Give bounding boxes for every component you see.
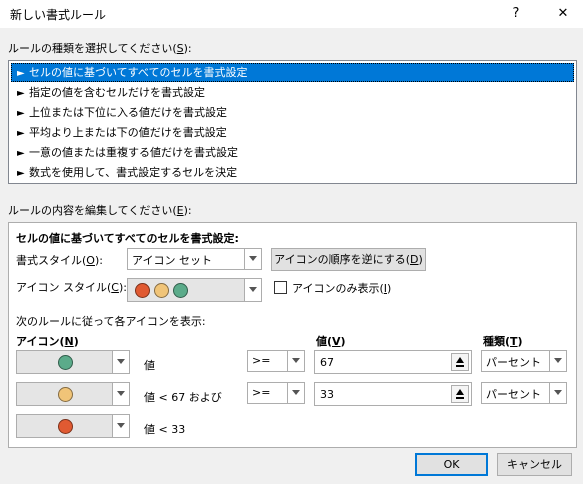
chevron-down-icon bbox=[112, 415, 129, 437]
icon-style-select[interactable] bbox=[127, 278, 262, 302]
rule-2-condition: 値 < 67 および bbox=[144, 391, 222, 404]
rule-1-icon-select[interactable] bbox=[16, 350, 130, 374]
rule-1-value-input[interactable]: 67 bbox=[314, 350, 472, 374]
window-title: 新しい書式ルール bbox=[10, 8, 107, 22]
chevron-down-icon bbox=[112, 351, 129, 373]
rule-type-item-cell-values[interactable]: ► セルの値に基づいてすべてのセルを書式設定 bbox=[11, 63, 574, 82]
item-arrow-icon: ► bbox=[17, 148, 25, 159]
rule-type-list[interactable]: ► セルの値に基づいてすべてのセルを書式設定 ► 指定の値を含むセルだけを書式設定 … bbox=[8, 60, 577, 184]
red-circle-icon bbox=[135, 283, 150, 298]
rule-type-item-unique-duplicate[interactable]: ► 一意の値または重複する値だけを書式設定 bbox=[11, 143, 574, 162]
rule-type-label: ルールの種類を選択してください(S): bbox=[8, 42, 192, 55]
red-circle-icon bbox=[58, 419, 73, 434]
help-button[interactable]: ? bbox=[496, 0, 536, 28]
rule-type-item-average[interactable]: ► 平均より上または下の値だけを書式設定 bbox=[11, 123, 574, 142]
type-column-header: 種類(T) bbox=[483, 335, 523, 348]
rule-2-operator-select[interactable]: >= bbox=[247, 382, 305, 404]
close-button[interactable]: ✕ bbox=[543, 0, 583, 28]
yellow-circle-icon bbox=[58, 387, 73, 402]
rule-type-item-formula[interactable]: ► 数式を使用して、書式設定するセルを決定 bbox=[11, 163, 574, 182]
cancel-button[interactable]: キャンセル bbox=[497, 453, 572, 476]
green-circle-icon bbox=[58, 355, 73, 370]
chevron-down-icon bbox=[549, 351, 566, 371]
rule-1-type-select[interactable]: パーセント bbox=[481, 350, 567, 372]
value-column-header: 値(V) bbox=[316, 335, 346, 348]
cell-reference-icon[interactable] bbox=[451, 353, 469, 371]
chevron-down-icon bbox=[112, 383, 129, 405]
icon-style-label: アイコン スタイル(C): bbox=[16, 281, 127, 294]
rule-3-condition: 値 < 33 bbox=[144, 423, 186, 436]
chevron-down-icon bbox=[244, 279, 261, 301]
item-arrow-icon: ► bbox=[17, 128, 25, 139]
chevron-down-icon bbox=[287, 383, 304, 403]
rule-2-icon-select[interactable] bbox=[16, 382, 130, 406]
cell-reference-icon[interactable] bbox=[451, 385, 469, 403]
chevron-down-icon bbox=[287, 351, 304, 371]
green-circle-icon bbox=[173, 283, 188, 298]
format-style-select[interactable]: アイコン セット bbox=[127, 248, 262, 270]
reverse-icon-order-button[interactable]: アイコンの順序を逆にする(D) bbox=[271, 248, 426, 271]
rule-type-item-contains[interactable]: ► 指定の値を含むセルだけを書式設定 bbox=[11, 83, 574, 102]
rules-caption: 次のルールに従って各アイコンを表示: bbox=[16, 315, 206, 328]
item-arrow-icon: ► bbox=[17, 68, 25, 79]
item-arrow-icon: ► bbox=[17, 168, 25, 179]
rule-2-type-select[interactable]: パーセント bbox=[481, 382, 567, 404]
yellow-circle-icon bbox=[154, 283, 169, 298]
edit-rule-label: ルールの内容を編集してください(E): bbox=[8, 204, 192, 217]
rule-1-operator-select[interactable]: >= bbox=[247, 350, 305, 372]
item-arrow-icon: ► bbox=[17, 88, 25, 99]
ok-button[interactable]: OK bbox=[415, 453, 488, 476]
edit-heading: セルの値に基づいてすべてのセルを書式設定: bbox=[16, 232, 239, 245]
rule-3-icon-select[interactable] bbox=[16, 414, 130, 438]
chevron-down-icon bbox=[549, 383, 566, 403]
chevron-down-icon bbox=[244, 249, 261, 269]
icon-column-header: アイコン(N) bbox=[16, 335, 79, 348]
show-icon-only-label[interactable]: アイコンのみ表示(I) bbox=[292, 280, 391, 296]
rule-1-condition: 値 bbox=[144, 359, 155, 372]
rule-2-value-input[interactable]: 33 bbox=[314, 382, 472, 406]
show-icon-only-checkbox[interactable] bbox=[274, 281, 287, 294]
rule-type-item-top-bottom[interactable]: ► 上位または下位に入る値だけを書式設定 bbox=[11, 103, 574, 122]
format-style-label: 書式スタイル(O): bbox=[16, 254, 103, 267]
item-arrow-icon: ► bbox=[17, 108, 25, 119]
